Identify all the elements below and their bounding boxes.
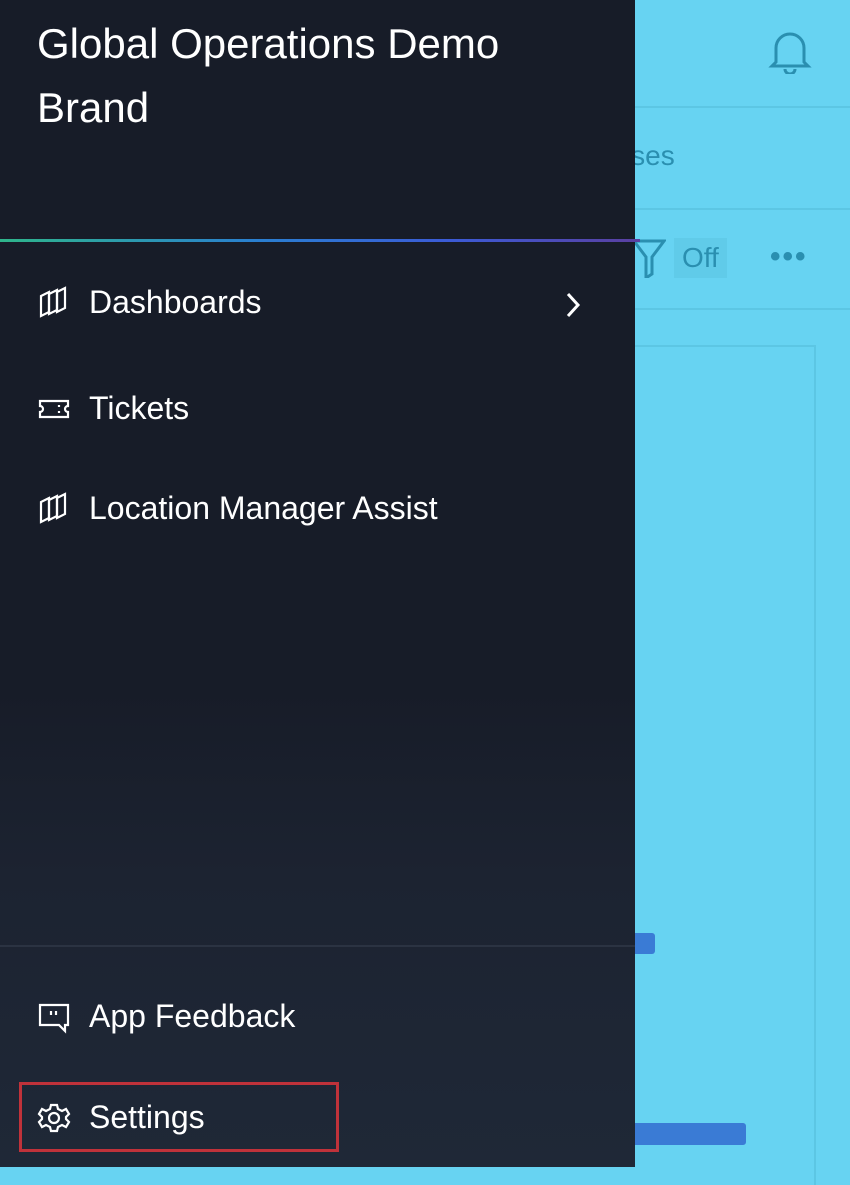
filter-toggle[interactable]: Off: [632, 238, 727, 278]
nav-item-app-feedback[interactable]: App Feedback: [37, 998, 295, 1035]
nav-item-label: Dashboards: [89, 284, 262, 321]
navigation-drawer: Global Operations Demo Brand Dashboards …: [0, 0, 635, 1167]
ticket-icon: [37, 392, 71, 426]
filter-status: Off: [674, 238, 727, 278]
highlight-box: [19, 1082, 339, 1152]
brand-title: Global Operations Demo Brand: [37, 12, 597, 140]
filter-icon: [632, 238, 666, 278]
chevron-right-icon[interactable]: [562, 290, 584, 320]
nav-item-tickets[interactable]: Tickets: [37, 390, 189, 427]
more-options-icon[interactable]: •••: [770, 240, 808, 274]
nav-item-location-manager-assist[interactable]: Location Manager Assist: [37, 490, 438, 527]
nav-item-label: App Feedback: [89, 998, 295, 1035]
nav-item-label: Tickets: [89, 390, 189, 427]
feedback-icon: [37, 1000, 71, 1034]
gradient-divider: [0, 239, 640, 242]
bell-icon[interactable]: [768, 26, 812, 74]
dashboards-icon: [37, 286, 71, 320]
chart-bar: [620, 1123, 746, 1145]
divider: [0, 945, 635, 947]
nav-item-label: Location Manager Assist: [89, 490, 438, 527]
dashboards-icon: [37, 492, 71, 526]
nav-item-dashboards[interactable]: Dashboards: [37, 284, 262, 321]
